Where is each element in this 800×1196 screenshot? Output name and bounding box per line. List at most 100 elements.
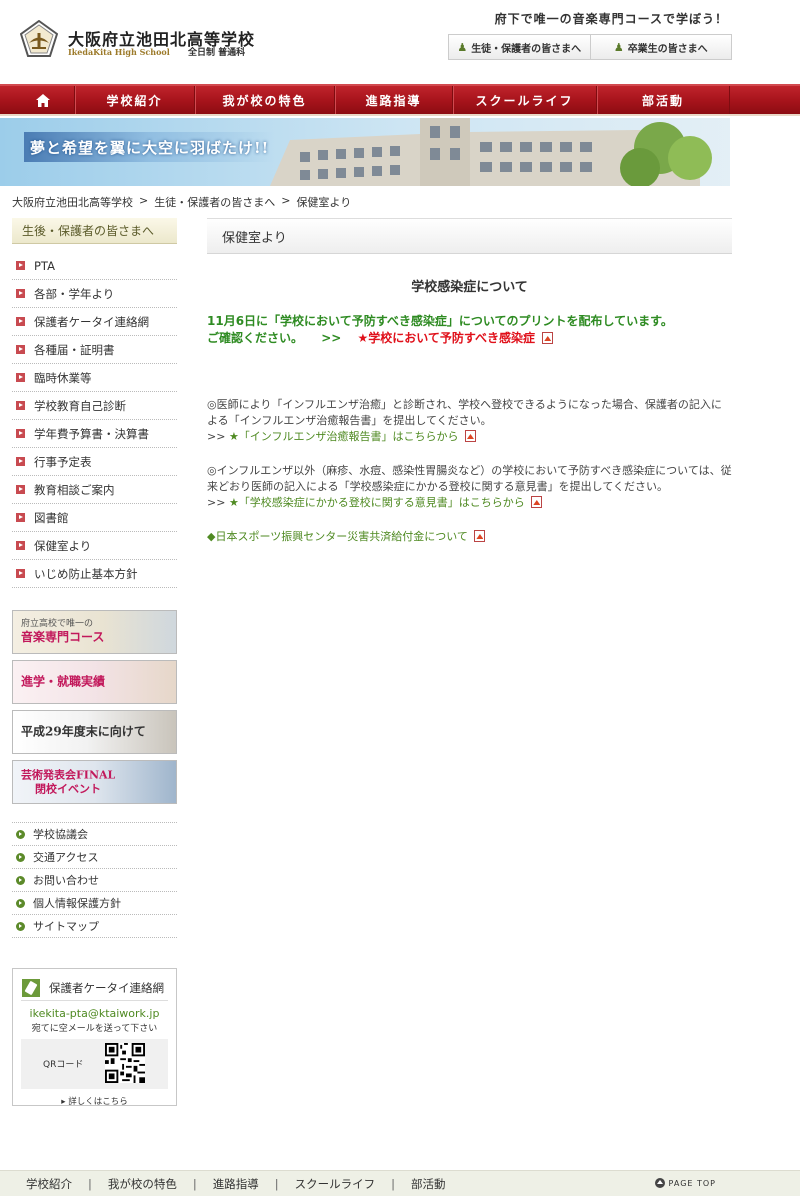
- nav-school-life[interactable]: スクールライフ: [452, 86, 596, 114]
- arrow-right-icon: [16, 373, 25, 382]
- notice-line-2: ご確認ください。: [207, 331, 304, 345]
- arrow-right-icon: [16, 457, 25, 466]
- footer-link-career[interactable]: 進路指導: [197, 1176, 275, 1192]
- mobile-contact-title: 保護者ケータイ連絡網: [49, 980, 164, 995]
- main-content: 保健室より 学校感染症について 11月6日に「学校において予防すべき感染症」につ…: [207, 218, 732, 545]
- sidebar-item-budget[interactable]: 学年費予算書・決算書: [12, 420, 177, 448]
- footer-link-features[interactable]: 我が校の特色: [92, 1176, 193, 1192]
- sidebar-item-label: 教育相談ご案内: [34, 482, 115, 497]
- influenza-link-row: >> ★「インフルエンザ治癒報告書」はこちらから: [207, 429, 732, 445]
- arrow-right-icon: [16, 345, 25, 354]
- influenza-report-link[interactable]: ★「インフルエンザ治癒報告書」はこちらから: [229, 430, 459, 443]
- arrow-right-icon: [16, 289, 25, 298]
- sidebar-sub-access[interactable]: 交通アクセス: [12, 846, 177, 869]
- arrow-circle-icon: [16, 852, 25, 862]
- school-emblem-icon[interactable]: [20, 20, 58, 58]
- sidebar-item-label: 図書館: [34, 510, 69, 525]
- people-icon: ♟: [613, 40, 624, 54]
- sidebar-sub-privacy[interactable]: 個人情報保護方針: [12, 892, 177, 915]
- arrow-right-icon: [16, 541, 25, 550]
- sports-center-paragraph: ◆日本スポーツ振興センター災害共済給付金について: [207, 529, 732, 545]
- sidebar-sub-sitemap[interactable]: サイトマップ: [12, 915, 177, 938]
- sidebar-item-closures[interactable]: 臨時休業等: [12, 364, 177, 392]
- footer-links: 学校紹介 | 我が校の特色 | 進路指導 | スクールライフ | 部活動: [10, 1171, 462, 1196]
- closing-event-banner-text: 芸術発表会FINAL 閉校イベント: [21, 768, 115, 796]
- breadcrumb-students-parents-link[interactable]: 生徒・保護者の皆さまへ: [154, 194, 275, 210]
- footer-link-clubs[interactable]: 部活動: [395, 1176, 462, 1192]
- sidebar-item-schedule[interactable]: 行事予定表: [12, 448, 177, 476]
- arrow-circle-icon: [16, 898, 25, 908]
- footer-link-school-life[interactable]: スクールライフ: [279, 1176, 392, 1192]
- music-course-banner-line2: 音楽専門コース: [21, 630, 105, 645]
- graduates-button[interactable]: ♟ 卒業生の皆さまへ: [589, 35, 732, 59]
- students-parents-button[interactable]: ♟ 生徒・保護者の皆さまへ: [449, 35, 590, 59]
- nav-club-activities[interactable]: 部活動: [596, 86, 730, 114]
- sidebar-item-pta[interactable]: PTA: [12, 252, 177, 280]
- other-infection-arrow: >>: [207, 496, 226, 509]
- students-parents-label: 生徒・保護者の皆さまへ: [471, 43, 582, 55]
- sidebar-item-self-assessment[interactable]: 学校教育自己診断: [12, 392, 177, 420]
- breadcrumb-current: 保健室より: [296, 196, 352, 209]
- sidebar-sub-label: 学校協議会: [33, 828, 88, 841]
- sidebar-item-certificates[interactable]: 各種届・証明書: [12, 336, 177, 364]
- results-banner[interactable]: 進学・就職実績: [12, 660, 177, 704]
- sidebar-item-label: 保護者ケータイ連絡網: [34, 314, 149, 329]
- site-footer: 学校紹介 | 我が校の特色 | 進路指導 | スクールライフ | 部活動 PAG…: [0, 1170, 800, 1196]
- influenza-arrow: >>: [207, 430, 226, 443]
- sidebar-item-label: 臨時休業等: [34, 370, 92, 385]
- sidebar: 生後・保護者の皆さまへ PTA 各部・学年より 保護者ケータイ連絡網 各種届・証…: [12, 218, 177, 1107]
- site-header: 大阪府立池田北高等学校 IkedaKita High School 全日制 普通…: [0, 0, 800, 84]
- header-tagline: 府下で唯一の音楽専門コースで学ぼう！: [494, 12, 728, 26]
- nav-career-guidance[interactable]: 進路指導: [334, 86, 452, 114]
- people-icon: ♟: [457, 40, 468, 54]
- opinion-form-link[interactable]: ★「学校感染症にかかる登校に関する意見書」はこちらから: [229, 496, 525, 509]
- arrow-right-icon: [16, 261, 25, 270]
- sports-center-link[interactable]: ◆日本スポーツ振興センター災害共済給付金について: [207, 530, 468, 543]
- sidebar-item-label: 行事予定表: [34, 454, 92, 469]
- sidebar-item-counseling[interactable]: 教育相談ご案内: [12, 476, 177, 504]
- closing-event-banner[interactable]: 芸術発表会FINAL 閉校イベント: [12, 760, 177, 804]
- footer-link-school-intro[interactable]: 学校紹介: [10, 1176, 88, 1192]
- other-infection-paragraph: ◎インフルエンザ以外（麻疹、水痘、感染性胃腸炎など）の学校において予防すべき感染…: [207, 463, 732, 511]
- hero-banner: 夢と希望を翼に大空に羽ばたけ!!: [0, 118, 800, 186]
- sidebar-item-mobile-contact[interactable]: 保護者ケータイ連絡網: [12, 308, 177, 336]
- sidebar-item-library[interactable]: 図書館: [12, 504, 177, 532]
- sidebar-item-label: 各種届・証明書: [34, 342, 115, 357]
- graduates-label: 卒業生の皆さまへ: [627, 43, 708, 55]
- sidebar-sub-school-council[interactable]: 学校協議会: [12, 823, 177, 846]
- arrow-up-icon: [654, 1178, 665, 1188]
- breadcrumb: 大阪府立池田北高等学校 > 生徒・保護者の皆さまへ > 保健室より: [12, 194, 351, 210]
- other-infection-link-row: >> ★「学校感染症にかかる登校に関する意見書」はこちらから: [207, 495, 732, 511]
- header-audience-buttons: ♟ 生徒・保護者の皆さまへ ♟ 卒業生の皆さまへ: [448, 34, 732, 60]
- mobile-contact-more-label: 詳しくはこちら: [68, 1097, 128, 1107]
- page-top-label: PAGE TOP: [668, 1178, 716, 1188]
- sidebar-item-label: 学校教育自己診断: [34, 398, 126, 413]
- pdf-icon: [542, 332, 554, 344]
- mobile-contact-box: 保護者ケータイ連絡網 ikekita-pta@ktaiwork.jp 宛てに空メ…: [12, 968, 177, 1107]
- mobile-contact-more-link[interactable]: ▸ 詳しくはこちら: [21, 1095, 168, 1107]
- music-course-banner-text: 府立高校で唯一の 音楽専門コース: [21, 619, 104, 645]
- mobile-contact-email[interactable]: ikekita-pta@ktaiwork.jp: [21, 1007, 168, 1020]
- nav-school-intro[interactable]: 学校紹介: [74, 86, 194, 114]
- fiscal-year-banner[interactable]: 平成29年度末に向けて: [12, 710, 177, 754]
- nav-home[interactable]: [12, 86, 74, 114]
- arrow-right-icon: [16, 401, 25, 410]
- sidebar-sublist: 学校協議会 交通アクセス お問い合わせ 個人情報保護方針 サイトマップ: [12, 822, 177, 938]
- home-icon: [36, 93, 50, 107]
- sidebar-sub-contact[interactable]: お問い合わせ: [12, 869, 177, 892]
- infectious-disease-pdf-link[interactable]: ★学校において予防すべき感染症: [358, 331, 536, 345]
- sidebar-item-health-room[interactable]: 保健室より: [12, 532, 177, 560]
- other-infection-text: ◎インフルエンザ以外（麻疹、水痘、感染性胃腸炎など）の学校において予防すべき感染…: [207, 464, 732, 493]
- page-top-button[interactable]: PAGE TOP: [654, 1178, 716, 1188]
- sidebar-sub-label: 交通アクセス: [33, 851, 99, 864]
- sidebar-item-departments[interactable]: 各部・学年より: [12, 280, 177, 308]
- sidebar-item-label: PTA: [34, 258, 55, 273]
- sidebar-item-anti-bullying[interactable]: いじめ防止基本方針: [12, 560, 177, 588]
- nav-features[interactable]: 我が校の特色: [194, 86, 334, 114]
- music-course-banner[interactable]: 府立高校で唯一の 音楽専門コース: [12, 610, 177, 654]
- arrow-circle-icon: [16, 921, 25, 931]
- pdf-icon: [531, 496, 543, 508]
- breadcrumb-home-link[interactable]: 大阪府立池田北高等学校: [12, 194, 133, 210]
- breadcrumb-separator: >: [281, 194, 291, 207]
- influenza-text: ◎医師により「インフルエンザ治癒」と診断され、学校へ登校できるようになった場合、…: [207, 398, 722, 427]
